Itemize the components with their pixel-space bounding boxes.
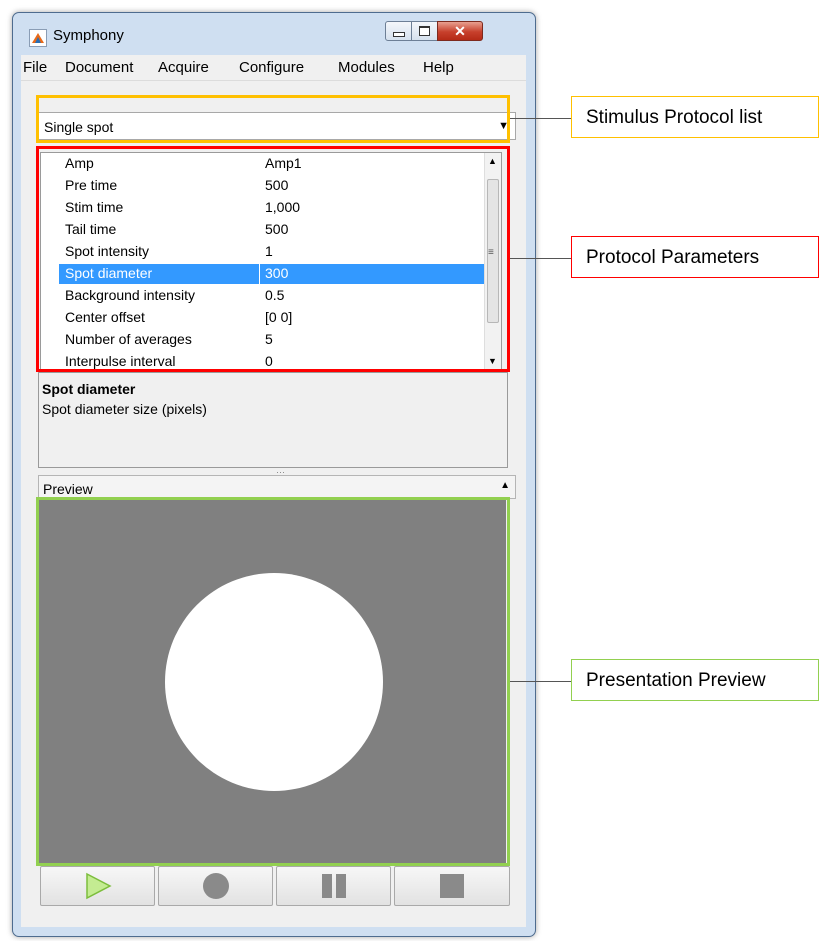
menu-help[interactable]: Help — [423, 59, 454, 76]
parameter-row[interactable]: Interpulse interval 0 — [41, 351, 487, 369]
presentation-preview-canvas — [38, 500, 506, 864]
description-text: Spot diameter size (pixels) — [42, 401, 207, 417]
menu-bar: File Document Acquire Configure Modules … — [21, 55, 526, 81]
parameter-row[interactable]: Background intensity 0.5 — [41, 285, 487, 307]
protocol-parameters-table: Amp Amp1 Pre time 500 Stim time 1,000 Ta… — [40, 152, 502, 370]
parameter-name: Interpulse interval — [65, 353, 176, 369]
close-button[interactable]: ✕ — [437, 21, 483, 41]
scroll-up-icon[interactable]: ▲ — [488, 156, 497, 166]
minimize-icon — [392, 31, 405, 37]
leader-line — [510, 118, 571, 119]
parameter-row[interactable]: Spot intensity 1 — [41, 241, 487, 263]
menu-modules[interactable]: Modules — [338, 59, 395, 76]
parameter-row[interactable]: Amp Amp1 — [41, 153, 487, 175]
window-title: Symphony — [53, 27, 124, 44]
parameter-value[interactable]: [0 0] — [265, 309, 292, 325]
parameter-row-selected[interactable]: Spot diameter 300 — [41, 263, 487, 285]
preview-header[interactable]: Preview ▲ — [38, 475, 516, 499]
parameter-value[interactable]: Amp1 — [265, 155, 302, 171]
parameter-description: Spot diameter Spot diameter size (pixels… — [38, 372, 508, 468]
record-button[interactable] — [158, 866, 273, 906]
parameter-value[interactable]: 1,000 — [265, 199, 300, 215]
parameter-name: Amp — [65, 155, 94, 171]
leader-line — [510, 681, 571, 682]
parameter-name: Center offset — [65, 309, 145, 325]
parameter-name: Spot diameter — [59, 264, 259, 284]
parameter-value[interactable]: 5 — [265, 331, 273, 347]
scroll-grip-icon: ≡ — [488, 247, 494, 258]
description-title: Spot diameter — [42, 381, 136, 397]
protocol-select-value: Single spot — [44, 119, 114, 135]
callout-presentation-preview: Presentation Preview — [571, 659, 819, 701]
parameter-value[interactable]: 500 — [265, 177, 288, 193]
parameter-row[interactable]: Pre time 500 — [41, 175, 487, 197]
callout-protocol-parameters: Protocol Parameters — [571, 236, 819, 278]
play-icon — [85, 872, 112, 900]
leader-line — [510, 258, 571, 259]
parameter-row[interactable]: Number of averages 5 — [41, 329, 487, 351]
title-bar[interactable]: Symphony ✕ — [13, 13, 535, 55]
parameter-name: Number of averages — [65, 331, 192, 347]
menu-document[interactable]: Document — [65, 59, 133, 76]
menu-acquire[interactable]: Acquire — [158, 59, 209, 76]
scroll-down-icon[interactable]: ▼ — [488, 356, 497, 366]
parameter-name: Tail time — [65, 221, 117, 237]
maximize-icon — [419, 26, 430, 36]
parameter-row[interactable]: Tail time 500 — [41, 219, 487, 241]
menu-configure[interactable]: Configure — [239, 59, 304, 76]
protocol-select[interactable]: Single spot ▼ — [38, 112, 516, 140]
parameter-value[interactable]: 500 — [265, 221, 288, 237]
callout-protocol-list: Stimulus Protocol list — [571, 96, 819, 138]
parameter-value[interactable]: 1 — [265, 243, 273, 259]
minimize-button[interactable] — [385, 21, 412, 41]
parameter-value[interactable]: 300 — [260, 264, 486, 284]
parameter-value[interactable]: 0.5 — [265, 287, 284, 303]
stimulus-spot — [165, 573, 383, 791]
pause-icon — [321, 874, 346, 898]
parameter-name: Pre time — [65, 177, 118, 193]
maximize-button[interactable] — [411, 21, 438, 41]
menu-file[interactable]: File — [23, 59, 47, 76]
parameter-value[interactable]: 0 — [265, 353, 273, 369]
parameter-name: Background intensity — [65, 287, 195, 303]
record-icon — [202, 873, 229, 899]
chevron-down-icon: ▼ — [498, 120, 509, 132]
close-icon: ✕ — [454, 22, 466, 39]
parameter-row[interactable]: Stim time 1,000 — [41, 197, 487, 219]
pause-button[interactable] — [276, 866, 391, 906]
preview-label: Preview — [43, 481, 93, 497]
parameter-row[interactable]: Center offset [0 0] — [41, 307, 487, 329]
play-button[interactable] — [40, 866, 155, 906]
parameter-name: Stim time — [65, 199, 124, 215]
matlab-icon — [29, 29, 47, 47]
parameters-scrollbar[interactable]: ▲ ≡ ▼ — [484, 153, 501, 369]
collapse-up-icon[interactable]: ▲ — [500, 480, 510, 491]
stop-icon — [440, 874, 464, 898]
parameter-name: Spot intensity — [65, 243, 150, 259]
stop-button[interactable] — [394, 866, 510, 906]
